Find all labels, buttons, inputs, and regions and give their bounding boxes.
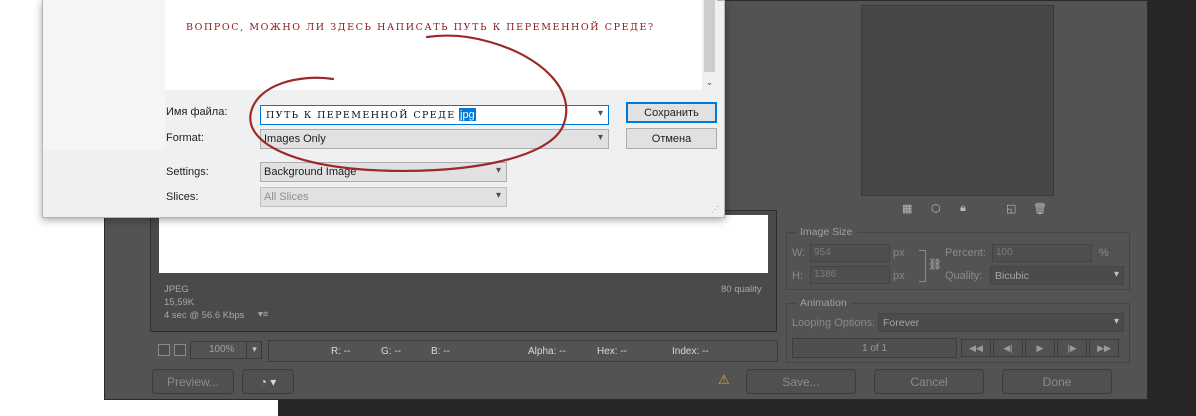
height-input[interactable]: 1386 — [810, 266, 890, 284]
quality-label: Quality: — [945, 270, 983, 282]
preview-format: JPEG — [164, 284, 189, 295]
format-dropdown-icon: ▾ — [597, 132, 603, 143]
save-button[interactable]: Save... — [746, 369, 856, 394]
looping-dropdown-icon: ▾ — [1113, 316, 1119, 327]
trash-icon[interactable]: 🗑︎ — [1033, 202, 1047, 215]
readout-b: B: -- — [431, 346, 450, 357]
readout-alpha: Alpha: -- — [528, 346, 566, 357]
lock-icon[interactable]: 🔒︎ — [960, 202, 966, 215]
preview-quality: 80 quality — [721, 284, 762, 295]
readout-index: Index: -- — [672, 346, 709, 357]
settings-label: Settings: — [166, 166, 209, 178]
scrollbar-thumb[interactable] — [704, 0, 715, 72]
last-frame-button[interactable]: ▶▶ — [1089, 339, 1119, 357]
web-shift-icon[interactable]: ⬡ — [931, 202, 941, 215]
toggle-slices-checkbox[interactable] — [158, 344, 170, 356]
first-frame-button[interactable]: ◀◀ — [961, 339, 991, 357]
warning-icon: ⚠ — [718, 372, 730, 387]
percent-label: Percent: — [945, 247, 986, 259]
resize-grip-icon[interactable]: ⋰ — [711, 205, 719, 214]
browser-dropdown-icon: ▾ — [270, 375, 277, 389]
color-table-area — [861, 5, 1054, 196]
speed-menu-icon[interactable]: ▾≡ — [258, 309, 268, 320]
play-button[interactable]: ▶ — [1025, 339, 1055, 357]
filename-dropdown-icon[interactable]: ▾ — [598, 108, 603, 119]
map-transparent-icon[interactable]: ▦ — [902, 202, 912, 215]
cancel-button[interactable]: Cancel — [874, 369, 984, 394]
settings-value: Background Image — [264, 166, 357, 178]
quality-value: Bicubic — [995, 270, 1029, 282]
height-unit: px — [893, 270, 905, 282]
width-unit: px — [893, 247, 905, 259]
slices-select: All Slices ▾ — [260, 187, 507, 207]
slices-dropdown-icon: ▾ — [495, 190, 501, 201]
zoom-dropdown-icon[interactable]: ▾ — [246, 341, 262, 359]
frame-counter: 1 of 1 — [792, 338, 957, 358]
link-icon[interactable]: ⛓ — [928, 258, 942, 271]
dialog-save-button[interactable]: Сохранить — [626, 102, 717, 123]
scroll-down-icon[interactable]: ⌄ — [704, 77, 715, 89]
next-frame-button[interactable]: |▶ — [1057, 339, 1087, 357]
browser-icon: ◔ — [259, 375, 267, 389]
quality-select[interactable]: Bicubic ▾ — [990, 266, 1124, 285]
looping-select[interactable]: Forever ▾ — [878, 313, 1124, 332]
previous-frame-button[interactable]: ◀| — [993, 339, 1023, 357]
format-label: Format: — [166, 132, 204, 144]
width-label: W: — [792, 247, 806, 259]
preview-speed: 4 sec @ 56.6 Kbps — [164, 310, 245, 321]
percent-input[interactable]: 100 — [992, 244, 1092, 262]
format-value: Images Only — [264, 133, 326, 145]
filename-label: Имя файла: — [166, 106, 228, 118]
filename-extension-selected: jpg — [459, 108, 476, 121]
looping-label: Looping Options: — [792, 317, 876, 329]
quality-dropdown-icon: ▾ — [1113, 269, 1119, 280]
looping-value: Forever — [883, 317, 920, 329]
preview-size: 15,59K — [164, 297, 195, 308]
image-size-title: Image Size — [796, 226, 857, 238]
slices-label: Slices: — [166, 191, 199, 203]
dialog-cancel-button[interactable]: Отмена — [626, 128, 717, 149]
readout-r: R: -- — [331, 346, 351, 357]
preview-button[interactable]: Preview... — [152, 369, 234, 394]
annotation-text: ВОПРОС, МОЖНО ЛИ ЗДЕСЬ НАПИСАТЬ ПУТЬ К П… — [186, 22, 655, 33]
preview-canvas — [159, 215, 768, 273]
new-color-icon[interactable]: ◱ — [1006, 202, 1016, 215]
constrain-bracket — [919, 250, 926, 282]
height-label: H: — [792, 270, 803, 282]
toggle-preview-checkbox[interactable] — [174, 344, 186, 356]
width-input[interactable]: 954 — [810, 244, 890, 262]
file-list[interactable] — [165, 0, 703, 90]
filename-value: ПУТЬ К ПЕРЕМЕННОЙ СРЕДЕ — [266, 110, 456, 121]
readout-hex: Hex: -- — [597, 346, 627, 357]
readout-g: G: -- — [381, 346, 401, 357]
animation-title: Animation — [796, 297, 851, 309]
slices-value: All Slices — [264, 191, 309, 203]
percent-unit: % — [1099, 247, 1109, 259]
settings-select[interactable]: Background Image ▾ — [260, 162, 507, 182]
done-button[interactable]: Done — [1002, 369, 1112, 394]
settings-dropdown-icon: ▾ — [495, 165, 501, 176]
format-select[interactable]: Images Only ▾ — [260, 129, 609, 149]
browser-preview-button[interactable]: ◔ ▾ — [242, 369, 294, 394]
navigation-pane — [43, 0, 165, 150]
